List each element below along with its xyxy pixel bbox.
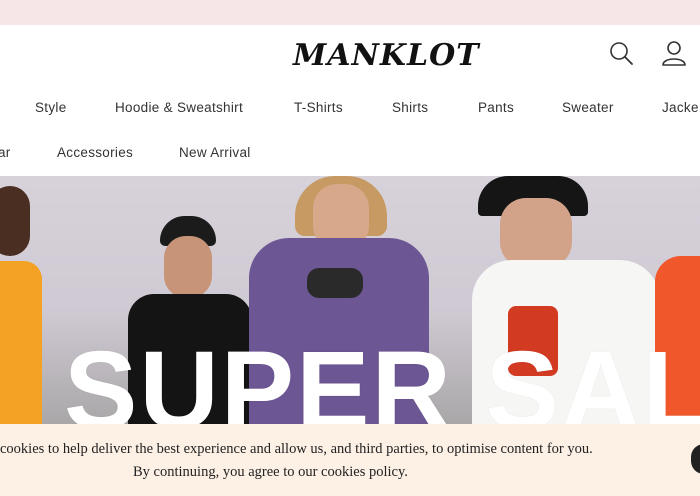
nav-item-shirts[interactable]: Shirts	[392, 98, 428, 118]
nav-item-sweater[interactable]: Sweater	[562, 98, 614, 118]
nav-item-hoodie-sweatshirt[interactable]: Hoodie & Sweatshirt	[115, 98, 243, 118]
nav-item-accessories[interactable]: Accessories	[57, 143, 133, 163]
search-icon[interactable]	[608, 40, 634, 66]
top-announcement-bar	[0, 0, 700, 25]
brand-logo[interactable]: MANKLOT	[293, 39, 480, 73]
nav-item-footwear[interactable]: ar	[0, 143, 11, 163]
main-nav-row-2: ar Accessories New Arrival	[0, 133, 700, 173]
cookie-consent-bar: cookies to help deliver the best experie…	[0, 424, 700, 496]
nav-item-t-shirts[interactable]: T-Shirts	[294, 98, 343, 118]
hero-banner[interactable]: SUPER SALE	[0, 176, 700, 424]
cookie-message-line-2: By continuing, you agree to our cookies …	[133, 464, 408, 480]
nav-item-jackets[interactable]: Jacke	[662, 98, 699, 118]
main-nav-row-1: Style Hoodie & Sweatshirt T-Shirts Shirt…	[0, 88, 700, 128]
cookie-message-line-1: cookies to help deliver the best experie…	[0, 441, 593, 457]
user-icon[interactable]	[661, 40, 687, 66]
nav-item-pants[interactable]: Pants	[478, 98, 514, 118]
site-header: MANKLOT	[0, 25, 700, 87]
nav-item-style[interactable]: Style	[35, 98, 67, 118]
hero-title: SUPER SALE	[64, 329, 700, 425]
hero-person-left	[0, 176, 50, 424]
nav-item-new-arrival[interactable]: New Arrival	[179, 143, 251, 163]
